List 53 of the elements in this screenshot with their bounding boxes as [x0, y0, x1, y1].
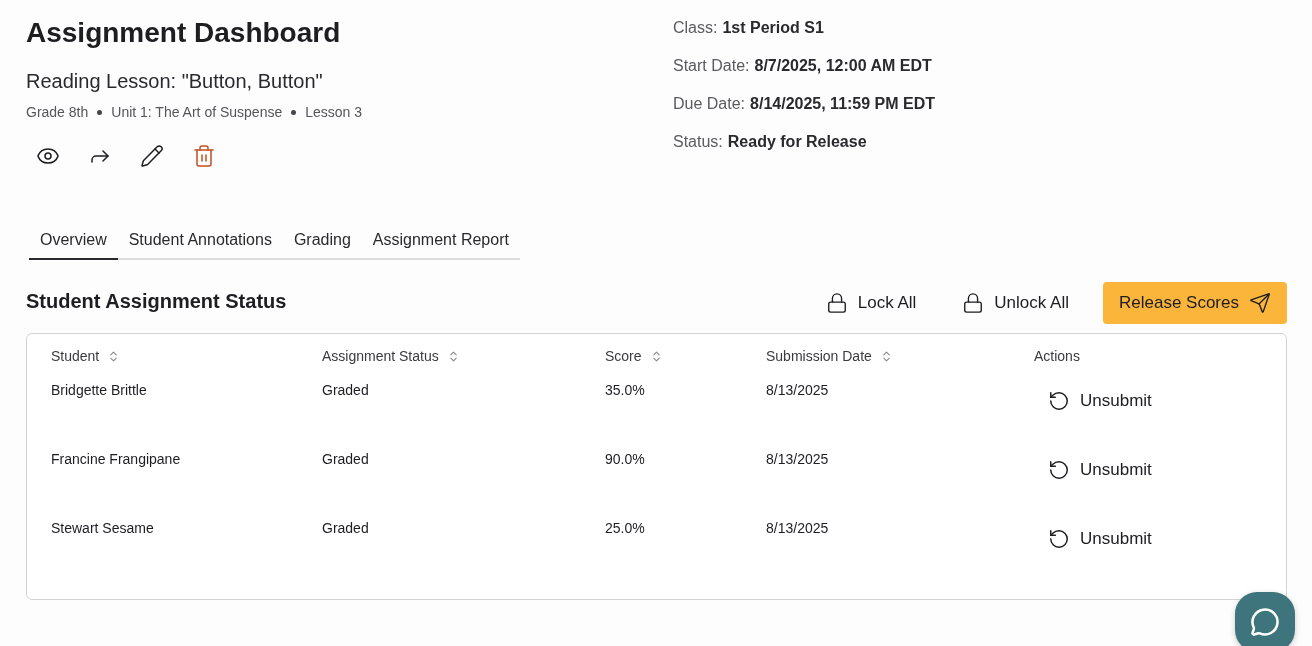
- info-value: 8/14/2025, 11:59 PM EDT: [750, 94, 936, 114]
- student-name: Bridgette Brittle: [51, 381, 148, 398]
- info-label: Due Date:: [673, 94, 746, 114]
- unsubmit-button[interactable]: Unsubmit: [1048, 528, 1152, 550]
- info-label: Start Date:: [673, 56, 750, 76]
- column-header[interactable]: Submission Date: [766, 348, 1034, 364]
- info-label: Class:: [673, 18, 718, 38]
- status-cell-text: Graded: [322, 519, 370, 536]
- tab[interactable]: Student Annotations: [117, 225, 283, 260]
- edit-button[interactable]: [140, 144, 164, 168]
- column-header[interactable]: Student: [51, 348, 322, 364]
- lesson-meta: Unit 1: The Art of Suspense: [111, 104, 283, 120]
- unlock-button[interactable]: Unlock All: [950, 282, 1081, 324]
- date-cell-text: 8/13/2025: [766, 450, 830, 467]
- tab[interactable]: Assignment Report: [361, 225, 520, 260]
- date-cell-text: 8/13/2025: [766, 519, 830, 536]
- send-icon: [1249, 292, 1271, 314]
- lesson-meta: Lesson 3: [305, 104, 363, 120]
- info-value: 8/7/2025, 12:00 AM EDT: [754, 56, 932, 76]
- status-cell-text: Graded: [322, 450, 370, 467]
- section-title: Student Assignment Status: [26, 290, 287, 313]
- date-cell-text: 8/13/2025: [766, 381, 830, 398]
- undo-icon: [1048, 459, 1070, 481]
- lesson-title: Reading Lesson: "Button, Button": [26, 69, 324, 94]
- column-header[interactable]: Score: [605, 348, 766, 364]
- status-cell-text: Graded: [322, 381, 370, 398]
- score-cell-text: 35.0%: [605, 381, 646, 398]
- tab[interactable]: Grading: [282, 225, 362, 260]
- lock-icon: [962, 292, 985, 314]
- undo-icon: [1048, 390, 1070, 412]
- lesson-meta: Grade 8th: [26, 104, 89, 120]
- unsubmit-button[interactable]: Unsubmit: [1048, 390, 1152, 412]
- chat-icon: [1250, 607, 1280, 637]
- delete-button[interactable]: [192, 144, 216, 168]
- dot-icon: [97, 109, 103, 115]
- page-title: Assignment Dashboard: [26, 16, 342, 50]
- chat-button[interactable]: [1235, 592, 1295, 646]
- tab[interactable]: Overview: [29, 225, 118, 260]
- release-scores-button[interactable]: Release Scores: [1103, 282, 1287, 324]
- info-value: 1st Period S1: [722, 18, 824, 38]
- info-label: Status:: [673, 132, 723, 152]
- lock-icon: [825, 292, 848, 314]
- column-header[interactable]: Assignment Status: [322, 348, 605, 364]
- score-cell-text: 90.0%: [605, 450, 646, 467]
- column-header: Actions: [1034, 348, 1081, 364]
- student-name: Stewart Sesame: [51, 519, 155, 536]
- undo-icon: [1048, 528, 1070, 550]
- lock-button[interactable]: Lock All: [813, 282, 929, 324]
- unsubmit-button[interactable]: Unsubmit: [1048, 459, 1152, 481]
- student-name: Francine Frangipane: [51, 450, 182, 467]
- info-value: Ready for Release: [727, 132, 867, 152]
- score-cell-text: 25.0%: [605, 519, 646, 536]
- dot-icon: [291, 109, 297, 115]
